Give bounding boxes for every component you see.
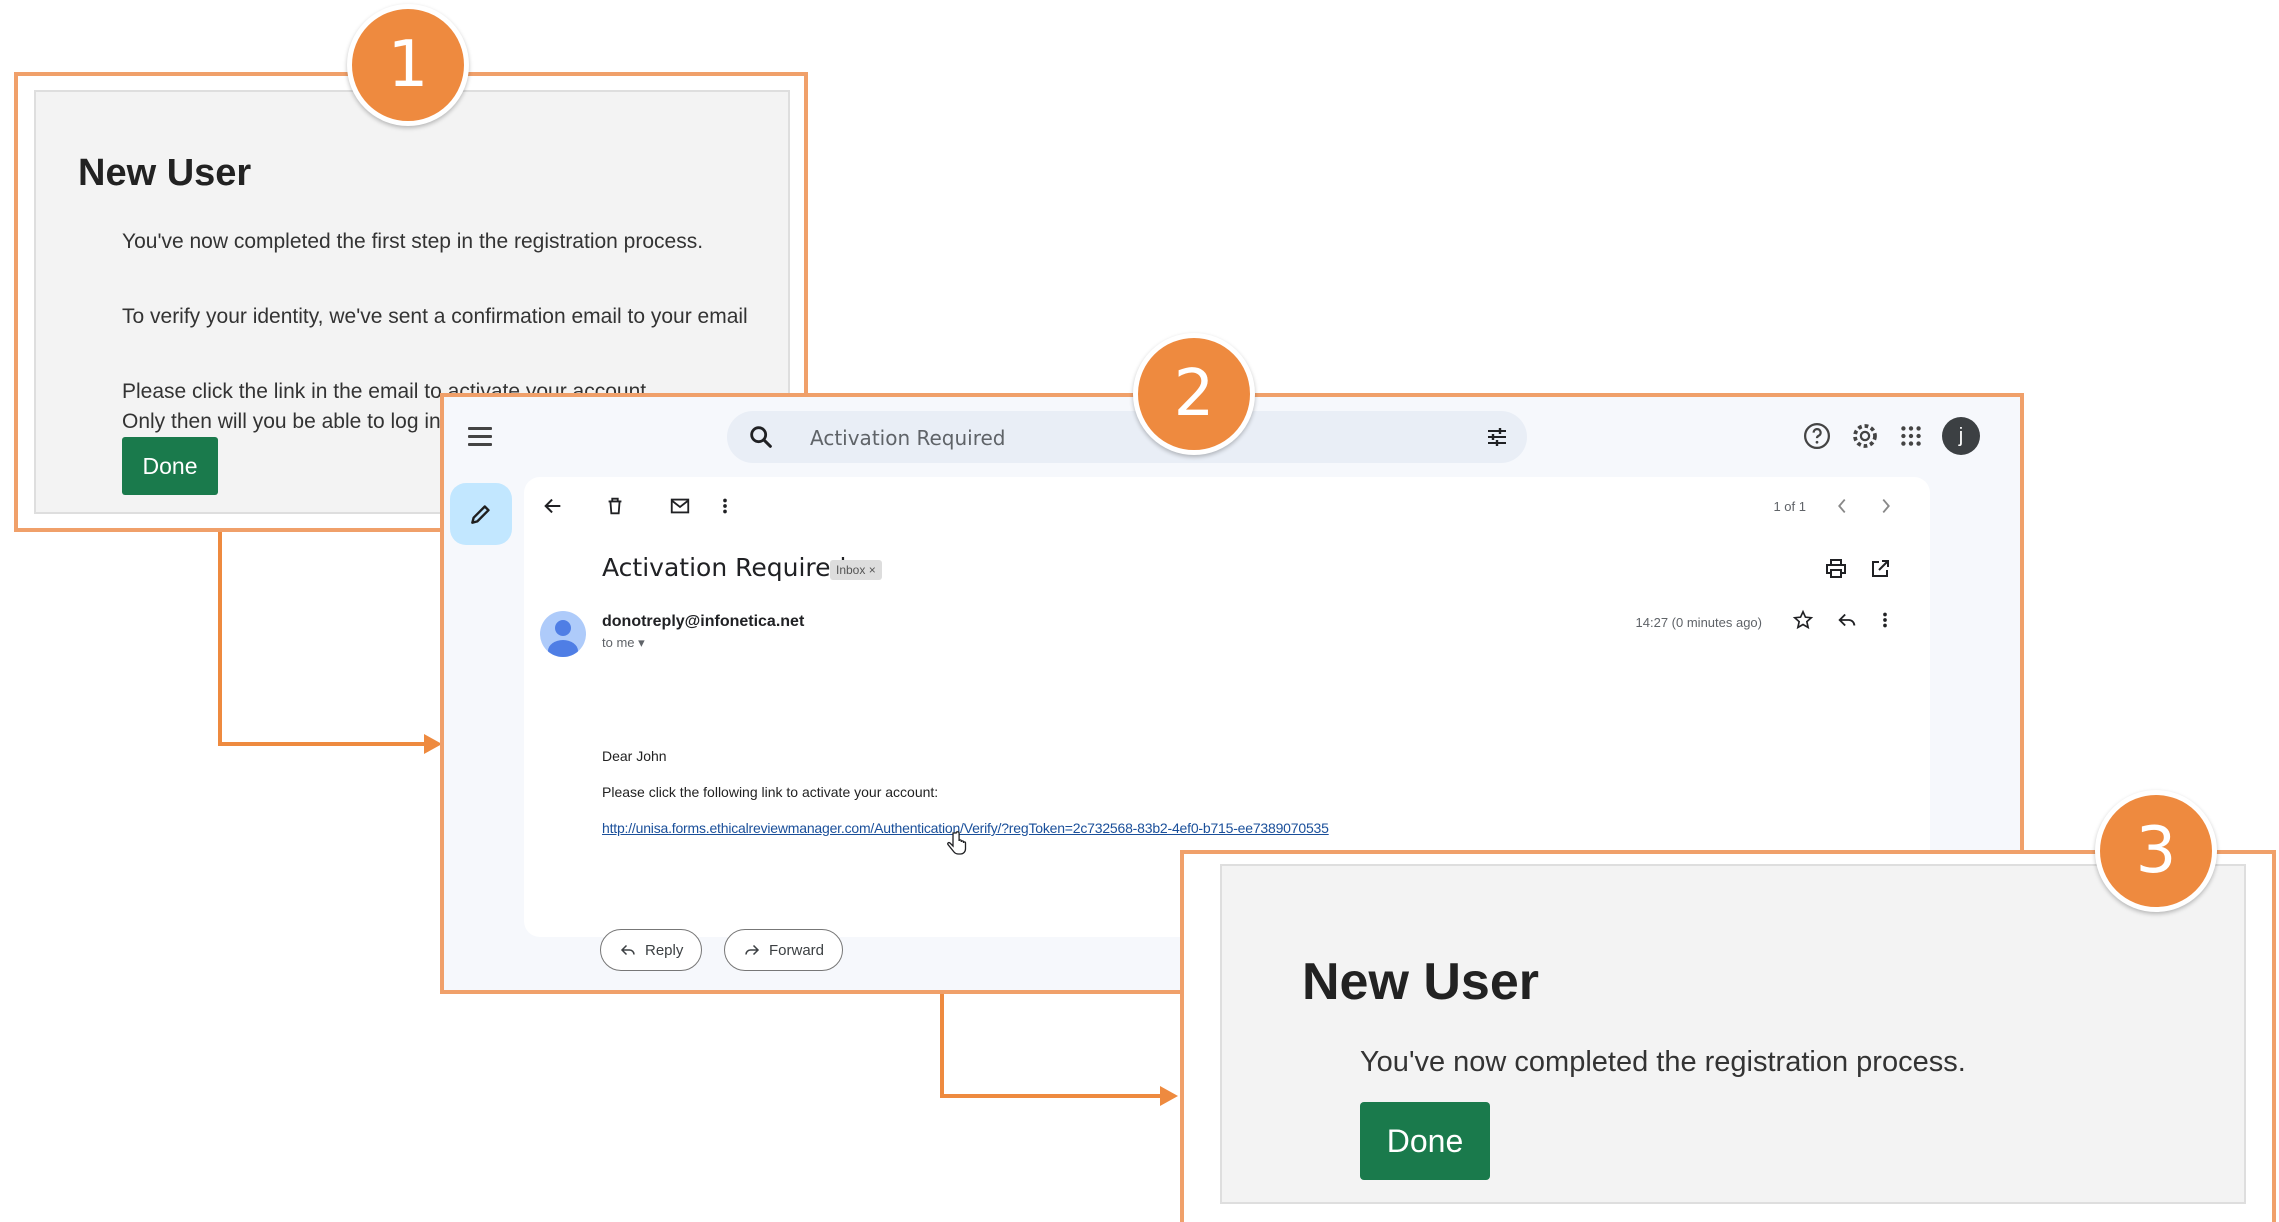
sender-email: donotreply@infonetica.net: [602, 613, 805, 630]
reply-button[interactable]: Reply: [600, 929, 703, 971]
search-options-icon[interactable]: [1485, 425, 1509, 449]
back-arrow-icon[interactable]: [542, 495, 564, 517]
email-instruction: Please click the following link to activ…: [602, 784, 939, 800]
sender-avatar: [540, 611, 586, 657]
step-2-badge: 2: [1133, 333, 1255, 455]
more-vert-icon[interactable]: [720, 495, 730, 517]
apps-grid-icon[interactable]: [1898, 423, 1924, 449]
step-1-line-1: You've now completed the first step in t…: [122, 230, 704, 253]
step-1-title: New User: [78, 152, 252, 194]
forward-icon: [745, 944, 760, 956]
pencil-icon: [471, 505, 490, 524]
step-1-line-4: Only then will you be able to log in.: [122, 410, 447, 433]
search-input[interactable]: Activation Required: [810, 426, 1006, 450]
connector-1-horizontal: [218, 742, 428, 746]
person-icon: [548, 620, 578, 657]
step-3-title: New User: [1302, 953, 1539, 1011]
reply-icon: [620, 944, 635, 956]
subject-icons: [1824, 557, 1892, 581]
step-3-line-1: You've now completed the registration pr…: [1360, 1046, 1966, 1078]
forward-label: Forward: [769, 941, 825, 959]
inbox-label[interactable]: Inbox ×: [830, 560, 882, 580]
print-icon[interactable]: [1824, 557, 1848, 581]
connector-2-horizontal: [940, 1094, 1162, 1098]
reply-icon[interactable]: [1836, 609, 1858, 631]
email-greeting: Dear John: [602, 748, 667, 764]
menu-icon[interactable]: [468, 427, 492, 451]
message-icons: [1792, 609, 1890, 631]
pager-count: 1 of 1: [1773, 499, 1806, 514]
step-1-done-button[interactable]: Done: [122, 437, 218, 495]
chevron-right-icon[interactable]: [1878, 495, 1894, 517]
more-vert-icon[interactable]: [1880, 609, 1890, 631]
connector-2-vertical: [940, 994, 944, 1098]
compose-button[interactable]: [450, 483, 512, 545]
step-3-done-button[interactable]: Done: [1360, 1102, 1490, 1180]
email-timestamp: 14:27 (0 minutes ago): [1635, 615, 1762, 630]
chevron-left-icon[interactable]: [1834, 495, 1850, 517]
trash-icon[interactable]: [604, 495, 626, 517]
forward-button[interactable]: Forward: [724, 929, 844, 971]
account-avatar[interactable]: j: [1942, 417, 1980, 455]
mail-icon[interactable]: [668, 495, 692, 517]
open-in-new-icon[interactable]: [1868, 557, 1892, 581]
hand-cursor-icon: [947, 831, 967, 855]
step-3-dialog: New User You've now completed the regist…: [1220, 864, 2246, 1204]
search-icon: [750, 426, 772, 448]
step-3-badge: 3: [2095, 790, 2217, 912]
star-icon[interactable]: [1792, 609, 1814, 631]
step-1-badge: 1: [347, 4, 469, 126]
connector-2-arrowhead: [1160, 1086, 1178, 1106]
search-bar[interactable]: Activation Required: [727, 411, 1527, 463]
step-3-panel: New User You've now completed the regist…: [1180, 850, 2276, 1222]
step-1-line-2: To verify your identity, we've sent a co…: [122, 305, 748, 328]
reply-label: Reply: [645, 941, 684, 959]
help-icon[interactable]: [1802, 421, 1832, 451]
topbar-icons: j: [1802, 417, 1980, 455]
gear-icon[interactable]: [1850, 421, 1880, 451]
email-toolbar: 1 of 1: [524, 477, 1930, 533]
email-subject: Activation Required: [602, 553, 847, 582]
connector-1-vertical: [218, 532, 222, 746]
recipient-dropdown[interactable]: to me ▾: [602, 635, 645, 651]
